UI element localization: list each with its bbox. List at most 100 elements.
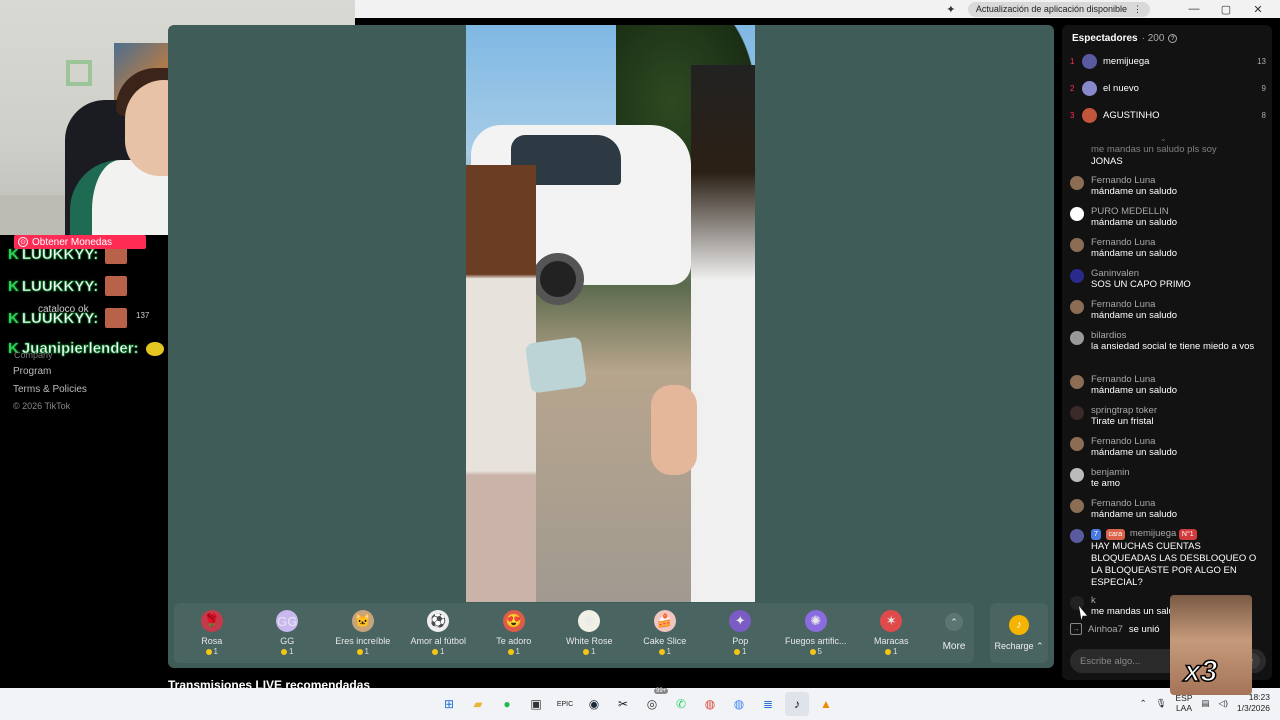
avatar[interactable] [1070, 437, 1084, 451]
avatar[interactable] [1070, 207, 1084, 221]
join-username[interactable]: Ainhoa7 [1088, 624, 1123, 635]
footer-link-terms[interactable]: Terms & Policies [13, 384, 87, 395]
obs-icon[interactable]: ◎ [640, 692, 664, 716]
update-available-button[interactable]: Actualización de aplicación disponible ⋮ [967, 1, 1150, 17]
chat-username[interactable]: benjamin [1091, 467, 1266, 478]
network-icon[interactable]: ▤ [1202, 698, 1210, 709]
avatar [1082, 107, 1097, 123]
chat-username[interactable]: PURO MEDELLIN [1091, 206, 1266, 217]
rank-badge: N°1 [1178, 529, 1197, 540]
top-viewer-row[interactable]: 1 memijuega 13 [1070, 50, 1266, 72]
chat-partial-message: me mandas un saludo pls soy [1091, 144, 1217, 155]
close-button[interactable]: ✕ [1242, 3, 1274, 16]
footer-link-partial[interactable]: Company [14, 350, 53, 360]
chrome-icon[interactable]: ◍ [698, 692, 722, 716]
avatar[interactable] [1070, 176, 1084, 190]
clock-date: 1/3/2026 [1236, 703, 1270, 713]
chrome-profile-icon[interactable]: ◍ [727, 692, 751, 716]
epic-games-icon[interactable]: EPIC [553, 692, 577, 716]
screen: ✦ Actualización de aplicación disponible… [0, 0, 1280, 720]
chat-username[interactable]: springtrap toker [1091, 405, 1266, 416]
tray-overflow-icon[interactable]: ⌃ [1140, 698, 1147, 709]
gift-item[interactable]: GG GG 1 [250, 610, 326, 656]
get-coins-button[interactable]: ⊙ Obtener Monedas [14, 235, 146, 249]
more-vertical-icon[interactable]: ⋮ [1133, 4, 1142, 15]
avatar[interactable] [1070, 406, 1084, 420]
gift-item[interactable]: ❀ White Rose 1 [552, 610, 628, 656]
gift-item[interactable]: ⚽ Amor al fútbol 1 [401, 610, 477, 656]
chat-message: benjamin te amo [1070, 467, 1266, 490]
tiktok-icon[interactable]: ♪ [785, 692, 809, 716]
maximize-button[interactable]: ▢ [1210, 3, 1242, 16]
gift-item[interactable]: 🐱 Eres increíble 1 [325, 610, 401, 656]
cake-icon: 🍰 [653, 610, 676, 632]
chat-username[interactable]: Fernando Luna [1091, 299, 1266, 310]
whatsapp-badge: 99+ [654, 688, 669, 694]
info-icon[interactable]: ? [1168, 34, 1178, 43]
viewer-rank: 1 [1070, 56, 1075, 66]
gift-item[interactable]: 🌹 Rosa 1 [174, 610, 250, 656]
gift-cost-value: 1 [213, 647, 218, 656]
avatar[interactable] [1070, 499, 1084, 513]
gift-cost: 1 [205, 647, 218, 656]
chat-message: Fernando Luna mándame un saludo [1070, 436, 1266, 459]
chat-username[interactable]: Fernando Luna [1091, 436, 1266, 447]
top-viewer-row[interactable]: 3 AGUSTINHO 8 [1070, 104, 1266, 126]
chevron-down-icon[interactable]: ⌄ [1160, 134, 1167, 143]
gift-item[interactable]: ✶ Maracas 1 [854, 610, 930, 656]
coin-icon [205, 648, 212, 655]
steam-icon[interactable]: ◉ [582, 692, 606, 716]
avatar[interactable] [1070, 300, 1084, 314]
viewers-header[interactable]: Espectadores · 200 ? [1072, 33, 1178, 44]
avatar[interactable] [1070, 269, 1084, 283]
chat-username[interactable]: Fernando Luna [1091, 374, 1266, 385]
gift-cost-value: 1 [666, 647, 671, 656]
whatsapp-icon[interactable]: ✆ [669, 692, 693, 716]
pop-icon: ✦ [729, 610, 752, 632]
chat-username[interactable]: Fernando Luna [1091, 498, 1266, 509]
recharge-button[interactable]: ♪ Recharge ⌃ [990, 603, 1048, 663]
vlc-icon[interactable]: ▲ [814, 692, 838, 716]
language-indicator[interactable]: ESP LAA [1175, 693, 1192, 713]
gift-item[interactable]: 😍 Te adoro 1 [476, 610, 552, 656]
spotify-icon[interactable]: ● [495, 692, 519, 716]
puzzle-icon[interactable]: ✦ [944, 2, 958, 16]
live-stream-player[interactable] [168, 25, 1054, 668]
chat-username[interactable]: memijuega [1130, 528, 1176, 539]
chat-username[interactable]: Fernando Luna [1091, 175, 1266, 186]
footer-link-program[interactable]: Program [13, 366, 51, 377]
gift-cost: 1 [281, 647, 293, 656]
notepad-icon[interactable]: ≣ [756, 692, 780, 716]
clock[interactable]: 18:23 1/3/2026 [1237, 692, 1270, 714]
viewer-score: 9 [1261, 83, 1266, 93]
chat-username[interactable]: Fernando Luna [1091, 237, 1266, 248]
chat-username[interactable]: Ganinvalen [1091, 268, 1266, 279]
store-icon[interactable]: ▣ [524, 692, 548, 716]
avatar[interactable] [1070, 529, 1084, 543]
gift-item[interactable]: 🍰 Cake Slice 1 [627, 610, 703, 656]
truck-wheel [532, 253, 584, 305]
avatar[interactable] [1070, 238, 1084, 252]
live-video[interactable] [466, 25, 755, 602]
more-gifts-button[interactable]: ⌃ More [937, 613, 971, 652]
chat-username[interactable]: bilardios [1091, 330, 1266, 341]
avatar[interactable] [1070, 331, 1084, 345]
gift-item[interactable]: ✺ Fuegos artific... 5 [778, 610, 854, 656]
followed-channel-name[interactable]: cataloco ok [38, 304, 89, 315]
chat-message: PURO MEDELLIN mándame un saludo [1070, 206, 1266, 229]
gift-name: White Rose [565, 636, 613, 646]
volume-icon[interactable]: ◁) [1219, 698, 1228, 709]
windows-start-icon[interactable]: ⊞ [437, 692, 461, 716]
microphone-icon[interactable]: 🎙 [1156, 698, 1167, 709]
followed-channel-count: 137 [136, 311, 150, 320]
viewer-name: AGUSTINHO [1103, 109, 1160, 121]
avatar[interactable] [1070, 468, 1084, 482]
avatar[interactable] [1070, 375, 1084, 389]
gift-item[interactable]: ✦ Pop 1 [703, 610, 779, 656]
capcut-icon[interactable]: ✂ [611, 692, 635, 716]
gift-bar: 🌹 Rosa 1 GG GG 1 🐱 Eres increíble 1 ⚽ Amor al fútb… [174, 603, 974, 663]
top-viewer-row[interactable]: 2 el nuevo 9 [1070, 77, 1266, 99]
avatar[interactable] [1070, 596, 1084, 610]
file-explorer-icon[interactable]: ▰ [466, 692, 490, 716]
minimize-button[interactable]: — [1178, 3, 1210, 15]
